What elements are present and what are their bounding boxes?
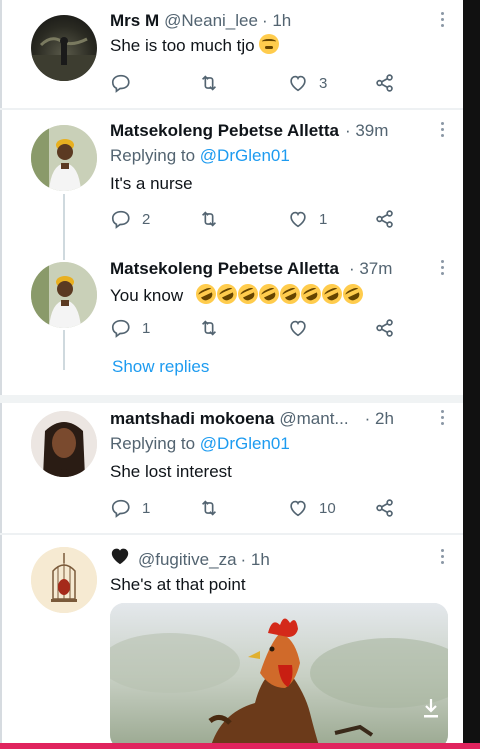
- reply-button[interactable]: [110, 72, 142, 94]
- reply-icon: [111, 319, 130, 338]
- like-icon: [290, 211, 306, 228]
- reply-button[interactable]: 2: [110, 208, 150, 230]
- tweet-time[interactable]: · 37m: [349, 258, 392, 280]
- author-handle[interactable]: @Neani_lee: [164, 10, 258, 32]
- share-icon: [376, 74, 393, 92]
- right-edge-bar: [463, 0, 480, 749]
- like-count: 10: [319, 499, 336, 517]
- author-name[interactable]: Matsekoleng Pebetse Alletta: [110, 258, 339, 280]
- reply-count: 1: [142, 499, 151, 517]
- rofl-emoji-icon: [318, 280, 346, 308]
- tweet-time[interactable]: · 39m: [345, 120, 388, 142]
- rofl-emoji-icon: [213, 280, 241, 308]
- rofl-emoji-icon: [192, 280, 220, 308]
- replying-to-label: Replying to: [110, 434, 196, 453]
- like-button[interactable]: 3: [287, 72, 327, 94]
- face-emoji-icon: [259, 34, 280, 54]
- replying-to-label: Replying to: [110, 146, 196, 165]
- more-icon[interactable]: [439, 549, 445, 567]
- tweet-media-rooster[interactable]: [110, 603, 448, 749]
- laughing-emoji-row: [192, 280, 367, 308]
- retweet-icon: [201, 75, 217, 91]
- thread-line: [63, 194, 65, 250]
- reply-button[interactable]: 1: [110, 497, 150, 519]
- tweet-text: She lost interest: [110, 462, 232, 481]
- tweet-text: She is too much tjo: [110, 36, 255, 55]
- rofl-emoji-icon: [339, 280, 367, 308]
- tweet-time[interactable]: · 2h: [365, 408, 394, 430]
- retweet-button[interactable]: [198, 497, 230, 519]
- separator: [0, 395, 463, 403]
- like-icon: [290, 320, 306, 337]
- reply-count: 1: [142, 319, 151, 337]
- like-icon: [290, 500, 306, 517]
- reply-icon: [111, 210, 130, 229]
- replying-to-mention[interactable]: @DrGlen01: [200, 434, 290, 453]
- tweet-4[interactable]: mantshadi mokoena @mant... · 2h Replying…: [0, 403, 463, 533]
- share-icon: [376, 319, 393, 337]
- share-icon: [376, 210, 393, 228]
- retweet-icon: [201, 211, 217, 227]
- thread-line: [63, 250, 65, 260]
- tweet-text: It's a nurse: [110, 174, 193, 193]
- retweet-button[interactable]: [198, 317, 230, 339]
- like-icon: [290, 75, 306, 92]
- tweet-time[interactable]: · 1h: [241, 549, 270, 571]
- more-icon[interactable]: [439, 12, 445, 30]
- download-icon[interactable]: [422, 697, 440, 719]
- replying-to-mention[interactable]: @DrGlen01: [200, 146, 290, 165]
- thread-line: [63, 330, 65, 370]
- avatar-matsekoleng[interactable]: [31, 125, 97, 191]
- reply-count: 2: [142, 210, 151, 228]
- share-icon: [376, 499, 393, 517]
- like-button[interactable]: 1: [287, 208, 327, 230]
- retweet-button[interactable]: [198, 72, 230, 94]
- more-icon[interactable]: [439, 122, 445, 140]
- author-name[interactable]: mantshadi mokoena: [110, 408, 274, 430]
- tweet-time[interactable]: · 1h: [262, 10, 291, 32]
- avatar-fugitive[interactable]: [31, 547, 97, 613]
- timeline: Mrs M @Neani_lee · 1h She is too much tj…: [0, 0, 480, 749]
- author-handle[interactable]: @mant...: [279, 408, 348, 430]
- rofl-emoji-icon: [276, 280, 304, 308]
- avatar-mrs-m[interactable]: [31, 15, 97, 81]
- author-name[interactable]: Matsekoleng Pebetse Alletta: [110, 120, 339, 142]
- tweet-text: She's at that point: [110, 575, 246, 594]
- rofl-emoji-icon: [297, 280, 325, 308]
- tweet-3[interactable]: Matsekoleng Pebetse Alletta · 37m You kn…: [0, 250, 463, 395]
- more-icon[interactable]: [439, 260, 445, 278]
- author-handle[interactable]: @fugitive_za: [138, 549, 237, 571]
- author-name[interactable]: Mrs M: [110, 10, 159, 32]
- share-button[interactable]: [374, 72, 396, 94]
- like-button[interactable]: [287, 317, 319, 339]
- black-heart-icon: [111, 548, 129, 565]
- share-button[interactable]: [374, 497, 396, 519]
- rofl-emoji-icon: [234, 280, 262, 308]
- retweet-icon: [201, 500, 217, 516]
- reply-icon: [111, 499, 130, 518]
- show-replies-link[interactable]: Show replies: [112, 357, 209, 377]
- share-button[interactable]: [374, 208, 396, 230]
- retweet-icon: [201, 320, 217, 336]
- reply-button[interactable]: 1: [110, 317, 150, 339]
- tweet-1[interactable]: Mrs M @Neani_lee · 1h She is too much tj…: [0, 0, 463, 108]
- more-icon[interactable]: [439, 410, 445, 428]
- bottom-accent-bar: [0, 743, 480, 749]
- retweet-button[interactable]: [198, 208, 230, 230]
- like-count: 1: [319, 210, 328, 228]
- reply-icon: [111, 74, 130, 93]
- like-count: 3: [319, 74, 328, 92]
- rofl-emoji-icon: [255, 280, 283, 308]
- share-button[interactable]: [374, 317, 396, 339]
- like-button[interactable]: 10: [287, 497, 336, 519]
- tweet-text: You know: [110, 286, 184, 305]
- tweet-2[interactable]: Matsekoleng Pebetse Alletta · 39m Replyi…: [0, 110, 463, 250]
- avatar-matsekoleng[interactable]: [31, 262, 97, 328]
- avatar-mantshadi[interactable]: [31, 411, 97, 477]
